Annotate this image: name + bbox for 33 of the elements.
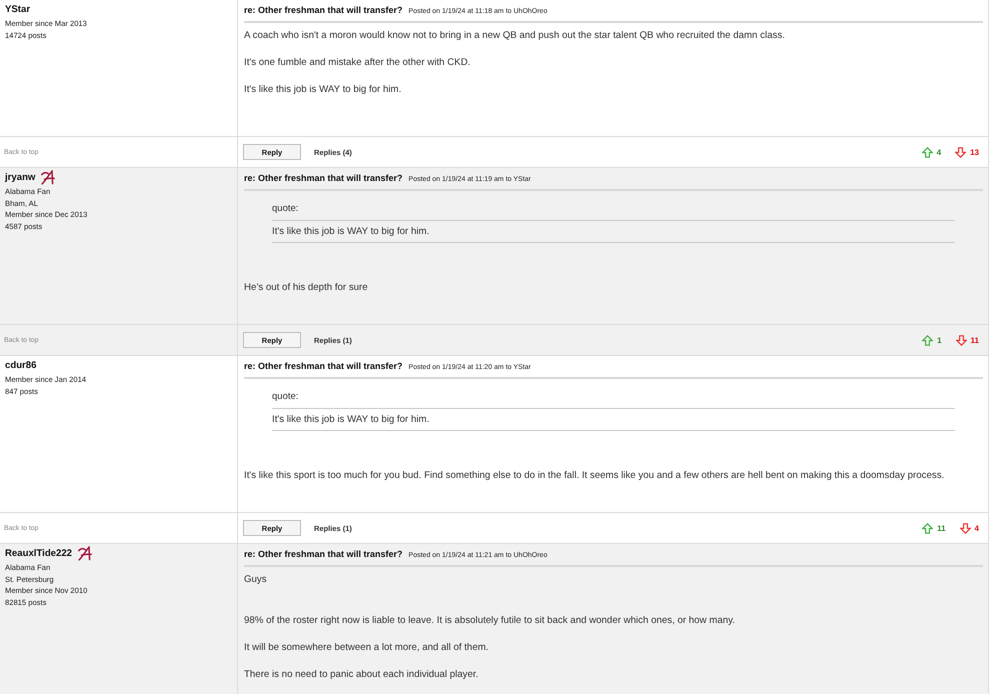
post-paragraph: He’s out of his depth for sure xyxy=(244,281,369,294)
post-paragraph: It's like this job is WAY to big for him. xyxy=(244,83,402,96)
post-title: re: Other freshman that will transfer? xyxy=(244,4,403,17)
downvote-count: 13 xyxy=(970,148,979,156)
post-paragraph: 98% of the roster right now is liable to leave. It is absolutely futile to sit back and wonder which ones, or how many. xyxy=(244,614,736,627)
quote-label: quote: xyxy=(272,390,300,404)
upvote-count: 4 xyxy=(936,148,942,156)
post-title: re: Other freshman that will transfer? xyxy=(244,548,403,561)
downvote-count: 11 xyxy=(970,336,979,344)
username[interactable]: jryanw xyxy=(5,171,36,185)
username[interactable]: cdur86 xyxy=(5,359,36,373)
username[interactable]: ReauxlTide222 xyxy=(5,547,72,561)
downvote-count: 4 xyxy=(974,524,979,532)
post-title: re: Other freshman that will transfer? xyxy=(244,360,403,373)
upvote-count: 11 xyxy=(937,524,946,532)
upvote-count: 1 xyxy=(937,336,942,344)
post-paragraph: Guys xyxy=(244,573,268,586)
quote-label: quote: xyxy=(272,202,300,216)
down-arrow-icon[interactable] xyxy=(955,146,966,158)
quote-text: It's like this job is WAY to big for him. xyxy=(272,225,430,239)
post-title: re: Other freshman that will transfer? xyxy=(244,172,403,185)
post-paragraph: It's one fumble and mistake after the other with CKD. xyxy=(244,56,472,70)
post-paragraph: It's like this sport is too much for you bud. Find something else to do in the fall. It seems like you and a few others are hell bent on making this a doomsday process. xyxy=(244,469,946,482)
post-paragraph: A coach who isn't a moron would know not to bring in a new QB and push out the star talent QB who recruited the damn class. xyxy=(244,29,786,42)
username[interactable]: YStar xyxy=(5,3,30,17)
quote-text: It's like this job is WAY to big for him. xyxy=(272,413,430,427)
down-arrow-icon[interactable] xyxy=(956,334,967,346)
post-paragraph: There is no need to panic about each individual player. xyxy=(244,668,480,681)
up-arrow-icon[interactable] xyxy=(922,522,934,534)
post-paragraph: It will be somewhere between a lot more, and all of them. xyxy=(244,640,490,654)
up-arrow-icon[interactable] xyxy=(922,334,934,346)
down-arrow-icon[interactable] xyxy=(960,522,971,534)
up-arrow-icon[interactable] xyxy=(922,146,933,158)
